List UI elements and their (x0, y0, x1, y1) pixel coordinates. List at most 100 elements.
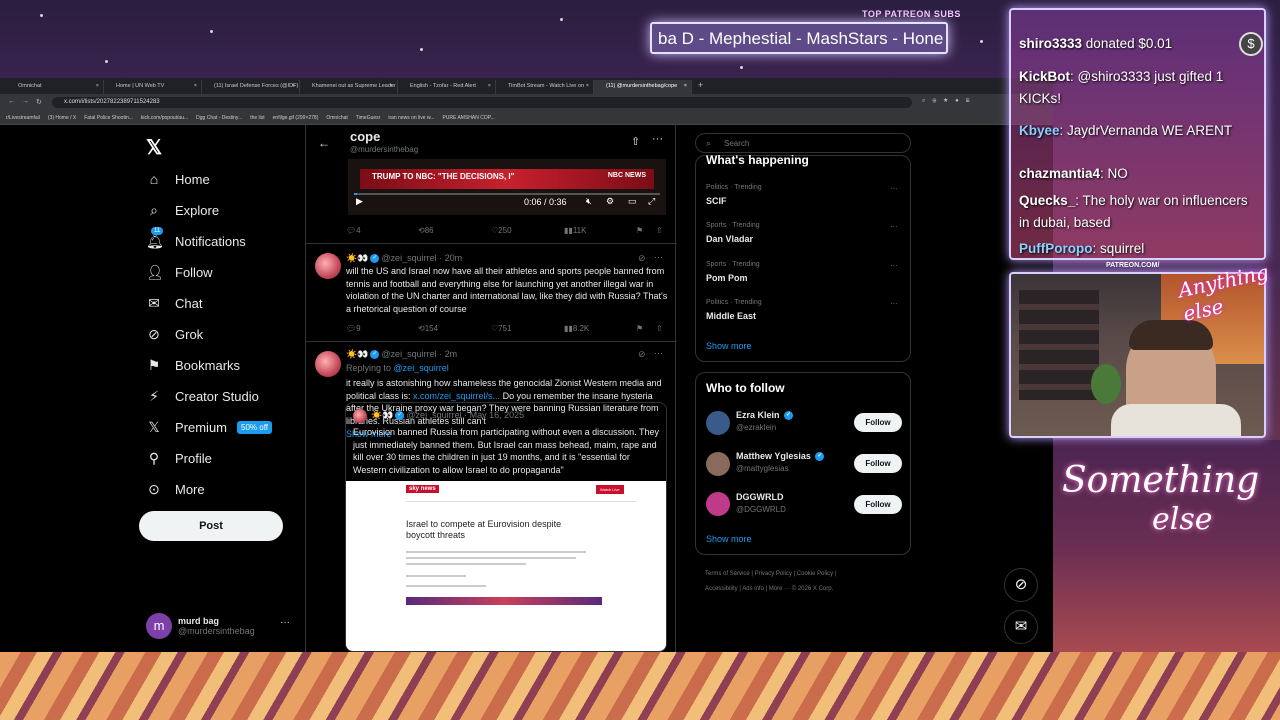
follow-button[interactable]: Follow (854, 495, 902, 514)
trend-item[interactable]: Dan Vladar (706, 234, 753, 244)
like-button[interactable]: ♡ 751 (491, 324, 512, 333)
close-icon[interactable]: × (390, 83, 393, 89)
new-tab-button[interactable]: + (692, 78, 709, 94)
avatar[interactable] (315, 351, 341, 377)
avatar[interactable] (706, 452, 730, 476)
repost-button[interactable]: ⟲ 86 (418, 226, 434, 235)
close-icon[interactable]: × (292, 83, 295, 89)
nav-profile[interactable]: ⚲ Profile (146, 446, 212, 470)
bookmark[interactable]: (3) Home / X (48, 111, 84, 124)
replying-to-link[interactable]: @zei_squirrel (394, 363, 449, 373)
play-icon[interactable]: ▶ (356, 196, 363, 207)
trend-item[interactable]: Pom Pom (706, 273, 748, 283)
bookmark[interactable]: Dgg Chat - Destiny... (196, 111, 250, 124)
toolbar-icons[interactable]: ⌕⊕★●⊞ (922, 98, 977, 105)
nav-chat[interactable]: ✉ Chat (146, 291, 202, 315)
share-icon[interactable]: ⇧ (631, 135, 640, 148)
bookmark[interactable]: PURE AMSHAN COP... (442, 111, 502, 124)
show-more-link[interactable]: Show more (706, 341, 752, 351)
close-icon[interactable]: × (586, 83, 589, 89)
pip-icon[interactable]: ▭ (628, 196, 637, 207)
bookmark[interactable]: kick.com/popout/au... (141, 111, 196, 124)
bookmark[interactable]: the list (250, 111, 272, 124)
nav-grok[interactable]: ⊘ Grok (146, 322, 203, 346)
grok-icon[interactable]: ⊘ (1004, 568, 1038, 602)
like-button[interactable]: ♡ 250 (491, 226, 512, 235)
post-button[interactable]: Post (139, 511, 283, 541)
url-input[interactable]: x.com/i/lists/2027822389711524283 (52, 97, 912, 108)
avatar[interactable] (706, 411, 730, 435)
reply-button[interactable]: 💬︎ 4 (346, 226, 361, 235)
close-icon[interactable]: × (96, 83, 99, 89)
ticker-text: ba D - Mephestial - MashStars - Hone (658, 29, 944, 48)
mail-icon[interactable]: ✉ (1004, 610, 1038, 644)
avatar[interactable] (706, 492, 730, 516)
grok-icon[interactable]: ⊘ (638, 253, 646, 264)
more-dots-icon[interactable]: ··· (654, 348, 663, 358)
browser-tab[interactable]: TimBot Stream - Watch Live on × (496, 80, 594, 94)
more-dots-icon[interactable]: ··· (654, 252, 663, 262)
close-icon[interactable]: × (684, 83, 687, 89)
browser-tab[interactable]: English - Tzofar - Red Alert × (398, 80, 496, 94)
bookmark-icon[interactable]: ⚑ (636, 226, 643, 235)
mute-icon[interactable]: 🔇︎ (586, 196, 592, 207)
nav-home[interactable]: ⌂ Home (146, 167, 210, 191)
settings-icon[interactable]: ⚙ (606, 196, 614, 207)
browser-tab[interactable]: Omnichat × (6, 80, 104, 94)
nav-notifications[interactable]: 🔔︎ 11 Notifications (146, 226, 246, 253)
verified-icon: ✓ (395, 411, 405, 421)
nav-creator-studio[interactable]: ⚡︎ Creator Studio (146, 384, 259, 408)
more-dots-icon[interactable]: ··· (890, 299, 898, 308)
bookmark[interactable]: Omnichat (326, 111, 355, 124)
account-switcher[interactable]: m murd bag @murdersinthebag (146, 613, 255, 639)
browser-tab[interactable]: Khamenei out as Supreme Leader × (300, 80, 398, 94)
more-dots-icon[interactable]: ··· (890, 222, 898, 231)
back-arrow-icon[interactable]: ← (8, 98, 15, 105)
show-more-link[interactable]: Show more (706, 534, 752, 544)
follow-button[interactable]: Follow (854, 454, 902, 473)
nav-premium[interactable]: 𝕏 Premium 50% off (146, 415, 272, 439)
browser-tab-active[interactable]: (11) @murdersinthebag/cope × (594, 80, 692, 94)
more-dots-icon[interactable]: ··· (890, 261, 898, 270)
trend-item[interactable]: Middle East (706, 311, 756, 321)
x-logo-icon[interactable]: 𝕏 (146, 135, 162, 160)
quoted-post[interactable]: ☀️👀 ✓ @zei_squirrel · May 16, 2025 Eurovis… (345, 402, 667, 652)
more-dots-icon[interactable]: ··· (890, 184, 898, 193)
bookmark[interactable]: r/Livestreamfail (6, 111, 48, 124)
video-player[interactable]: TRUMP TO NBC: "THE DECISIONS, I" NBC NEW… (348, 159, 666, 215)
follow-button[interactable]: Follow (854, 413, 902, 432)
fullscreen-icon[interactable]: ⤢ (648, 196, 655, 207)
bookmark[interactable]: enfilge.gif (299×278) (273, 111, 327, 124)
share-icon[interactable]: ⇧ (656, 324, 663, 333)
forward-arrow-icon[interactable]: → (22, 98, 29, 105)
browser-tab[interactable]: Home | UN Web TV × (104, 80, 202, 94)
nav-explore[interactable]: ⌕ Explore (146, 198, 219, 222)
bookmark-icon[interactable]: ⚑ (636, 324, 643, 333)
trend-item[interactable]: SCIF (706, 196, 727, 206)
repost-button[interactable]: ⟲ 154 (418, 324, 438, 333)
nav-follow[interactable]: 👤︎ Follow (146, 260, 213, 284)
footer-links[interactable]: Accessibility | Ads info | More ··· © 20… (705, 586, 833, 592)
views-button[interactable]: ▮▮ 8.2K (564, 324, 589, 333)
back-arrow-icon[interactable]: ← (318, 136, 330, 150)
views-button[interactable]: ▮▮ 11K (564, 226, 586, 235)
more-dots-icon[interactable]: ··· (280, 617, 290, 628)
reload-icon[interactable]: ↻ (36, 98, 42, 106)
search-input[interactable]: ⌕ Search (695, 133, 911, 153)
bookmark[interactable]: Fatal Police Shootin... (84, 111, 141, 124)
post-link[interactable]: x.com/zei_squirrel/s... (413, 391, 500, 401)
close-icon[interactable]: × (194, 83, 197, 89)
browser-tab[interactable]: (11) Israel Defense Forces (@IDF) × (202, 80, 300, 94)
nav-bookmarks[interactable]: ⚑ Bookmarks (146, 353, 240, 377)
nav-more[interactable]: ⊙ More (146, 477, 205, 501)
reply-button[interactable]: 💬︎ 9 (346, 324, 361, 333)
bookmark[interactable]: iran news on live w... (388, 111, 442, 124)
grok-icon[interactable]: ⊘ (638, 349, 646, 360)
avatar[interactable] (315, 253, 341, 279)
footer-links[interactable]: Terms of Service | Privacy Policy | Cook… (705, 571, 836, 577)
quote-image[interactable]: sky news Watch Live Israel to compete at… (346, 481, 666, 651)
bookmark[interactable]: TimeGuesr (356, 111, 389, 124)
more-dots-icon[interactable]: ··· (652, 133, 663, 145)
share-icon[interactable]: ⇧ (656, 226, 663, 235)
close-icon[interactable]: × (488, 83, 491, 89)
